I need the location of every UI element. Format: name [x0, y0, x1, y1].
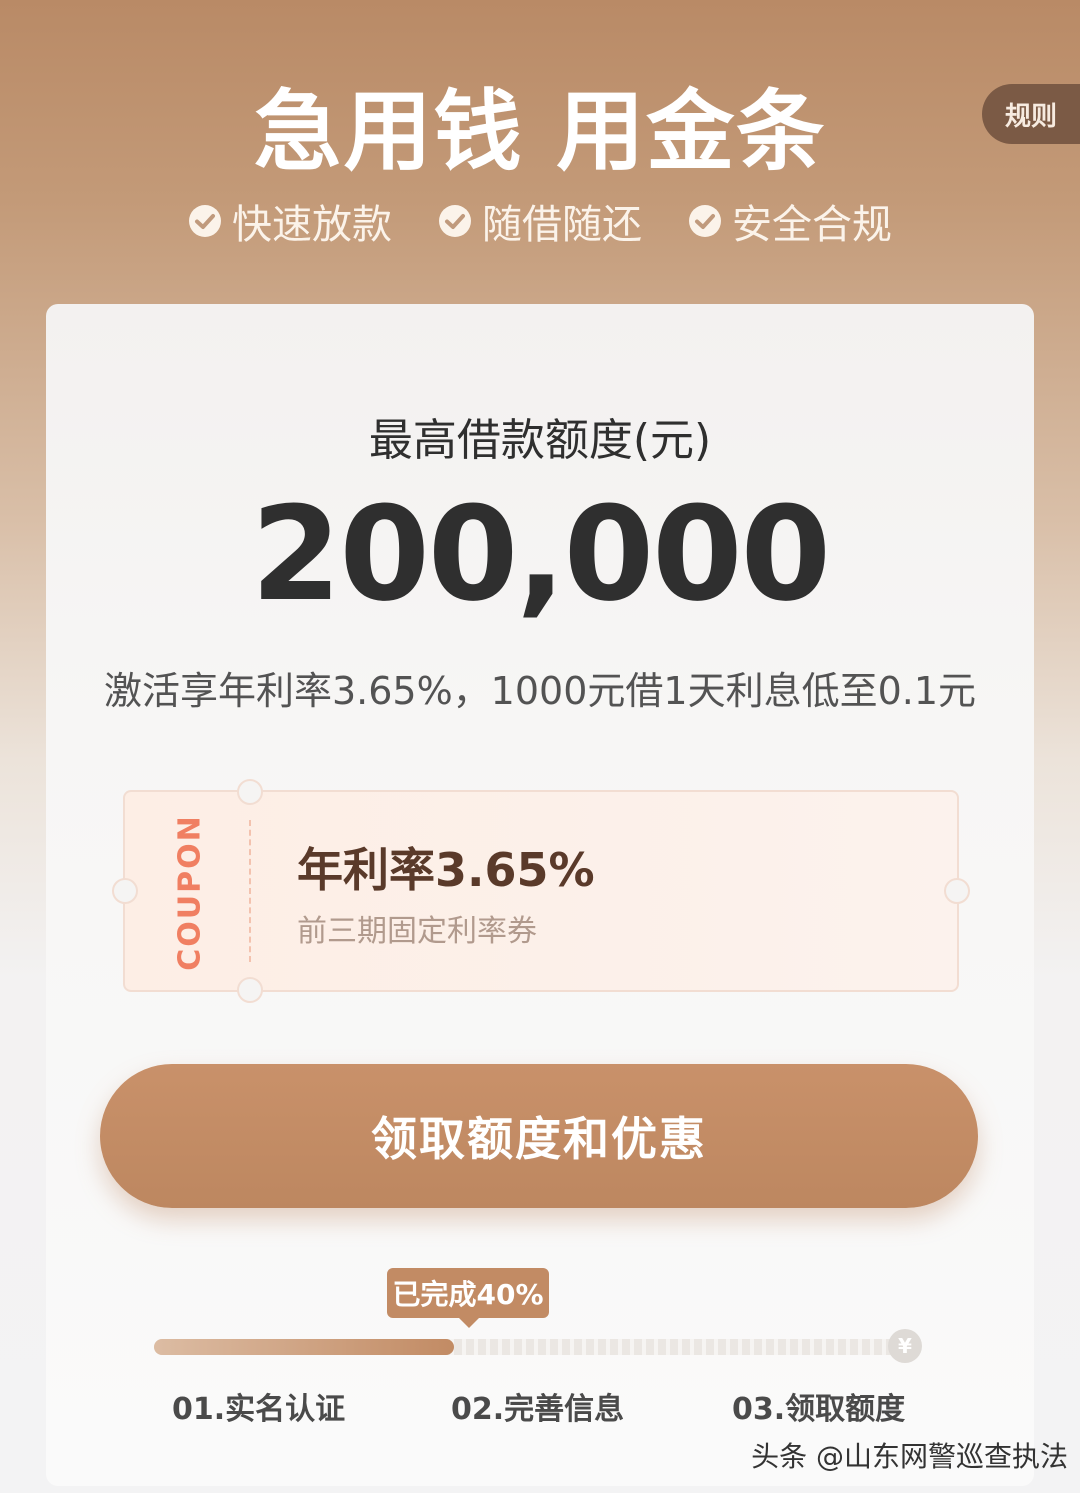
coupon-rate: 年利率3.65%	[297, 843, 595, 897]
progress-track	[154, 1339, 904, 1355]
coupon-card[interactable]: COUPON 年利率3.65% 前三期固定利率券	[112, 779, 970, 1003]
check-circle-icon	[189, 205, 221, 237]
loan-card: 最高借款额度(元) 200,000 激活享年利率3.65%，1000元借1天利息…	[46, 304, 1034, 1486]
page-title: 急用钱 用金条	[253, 80, 827, 183]
coupon-tag: COUPON	[145, 814, 235, 970]
coupon-notch	[112, 878, 138, 904]
progress-badge: 已完成40%	[387, 1268, 549, 1328]
coupon-notch	[237, 977, 263, 1003]
feature-item: 快速放款	[188, 192, 392, 250]
step-item: 01.实名认证	[172, 1392, 346, 1427]
watermark: 头条 @山东网警巡查执法	[751, 1440, 1068, 1473]
yuan-icon: ¥	[888, 1329, 922, 1363]
step-item: 02.完善信息	[451, 1392, 625, 1427]
claim-button[interactable]: 领取额度和优惠	[100, 1064, 978, 1208]
feature-item: 随借随还	[438, 192, 642, 250]
coupon-notch	[944, 878, 970, 904]
step-list: 01.实名认证 02.完善信息 03.领取额度	[46, 1384, 1034, 1428]
feature-list: 快速放款 随借随还 安全合规	[0, 192, 1080, 250]
check-circle-icon	[439, 205, 471, 237]
coupon-description: 前三期固定利率券	[297, 914, 537, 949]
progress-fill	[154, 1339, 454, 1355]
limit-label: 最高借款额度(元)	[368, 415, 712, 466]
feature-item: 安全合规	[688, 192, 892, 250]
feature-label: 随借随还	[482, 202, 642, 248]
limit-amount: 200,000	[250, 478, 831, 630]
feature-label: 快速放款	[232, 202, 392, 248]
coupon-tag-label: COUPON	[172, 813, 208, 971]
coupon-divider	[249, 820, 251, 962]
step-item: 03.领取额度	[732, 1392, 906, 1427]
coupon-notch	[237, 779, 263, 805]
check-circle-icon	[689, 205, 721, 237]
feature-label: 安全合规	[732, 202, 892, 248]
promo-text: 激活享年利率3.65%，1000元借1天利息低至0.1元	[103, 669, 977, 713]
